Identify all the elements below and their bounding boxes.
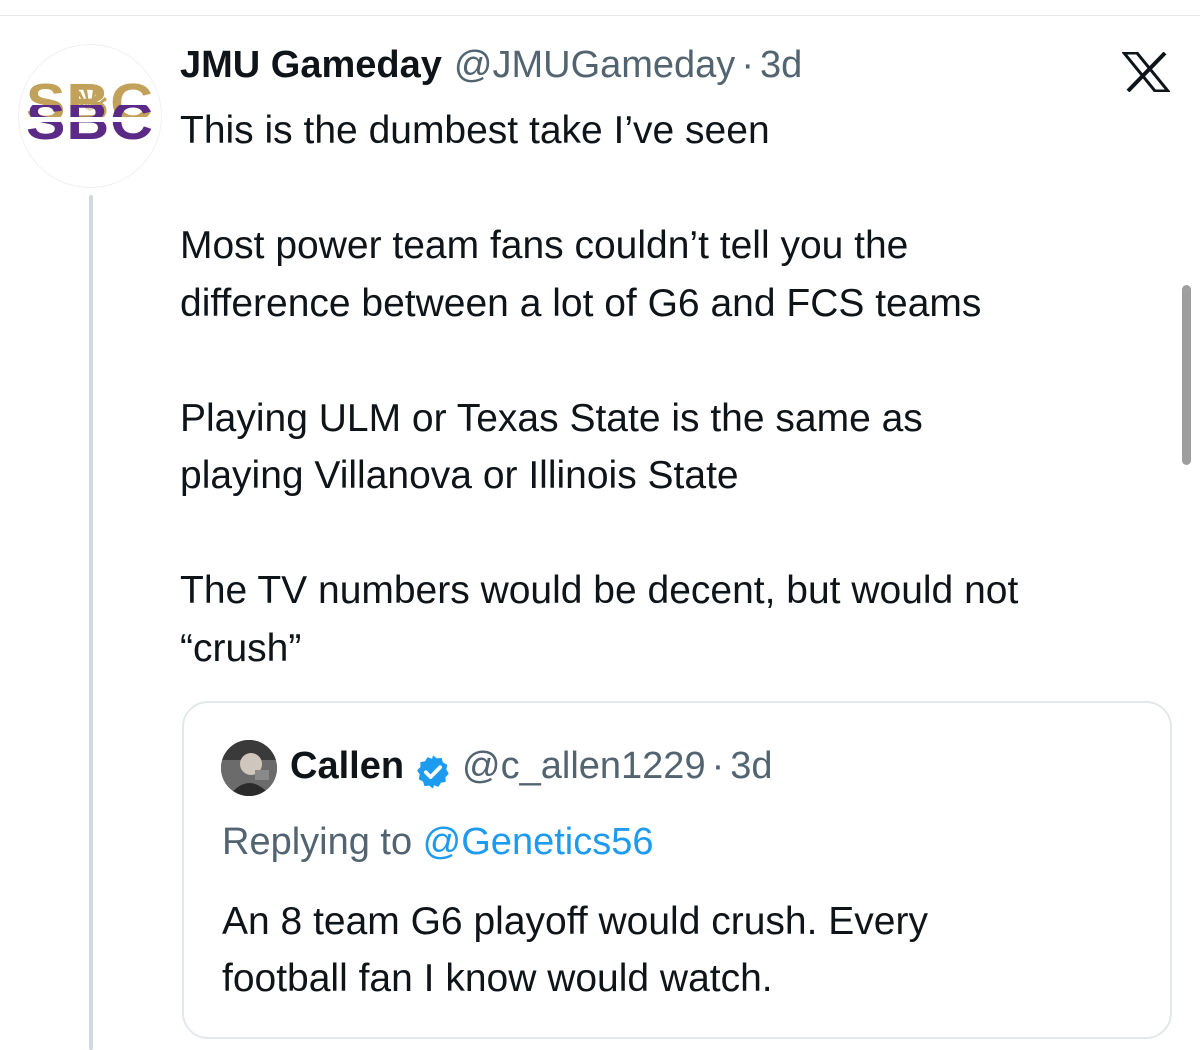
quoted-tweet-text: An 8 team G6 playoff would crush. Every … [222, 893, 1152, 1007]
scrollbar-thumb[interactable] [1182, 285, 1191, 465]
thread-line [89, 195, 93, 1050]
quoted-author-display-name[interactable]: Callen [290, 745, 404, 788]
author-display-name[interactable]: JMU Gameday [180, 44, 442, 87]
tweet-timestamp[interactable]: 3d [760, 44, 802, 87]
quoted-tweet-line: An 8 team G6 playoff would crush. Every [222, 900, 928, 943]
tweet-line: Most power team fans couldn’t tell you t… [180, 224, 909, 267]
quoted-header-separator: · [711, 745, 725, 787]
author-handle[interactable]: @JMUGameday [454, 44, 735, 87]
tweet-line: “crush” [180, 626, 302, 670]
top-divider [0, 15, 1200, 16]
sbc-logo-icon: SBC SBC [23, 73, 157, 145]
person-photo-icon [221, 740, 277, 796]
tweet-text: This is the dumbest take I’ve seen Most … [180, 102, 1180, 677]
quoted-author-handle[interactable]: @c_allen1229 [462, 745, 706, 788]
replying-to-mention-link[interactable]: @Genetics56 [423, 821, 654, 863]
replying-to: Replying to @Genetics56 [222, 821, 653, 864]
quoted-author-avatar[interactable] [221, 740, 277, 796]
header-separator: · [741, 44, 754, 86]
tweet-line: This is the dumbest take I’ve seen [180, 109, 770, 152]
tweet-line: The TV numbers would be decent, but woul… [180, 569, 1019, 612]
quoted-tweet-line: football fan I know would watch. [222, 957, 773, 1000]
quoted-tweet-card[interactable]: Callen @c_allen1229 · 3d Replying to @Ge… [182, 701, 1172, 1039]
tweet-line: playing Villanova or Illinois State [180, 454, 739, 497]
quoted-tweet-timestamp[interactable]: 3d [730, 745, 772, 788]
tweet-line: Playing ULM or Texas State is the same a… [180, 396, 923, 440]
x-logo-icon[interactable] [1122, 52, 1170, 92]
quoted-tweet-header: Callen @c_allen1229 · 3d [290, 745, 773, 795]
author-avatar[interactable]: SBC SBC [18, 44, 162, 188]
verified-badge-icon[interactable] [414, 753, 452, 791]
tweet-line: difference between a lot of G6 and FCS t… [180, 281, 982, 325]
replying-to-prefix: Replying to [222, 821, 423, 863]
tweet-header: JMU Gameday @JMUGameday · 3d [180, 44, 802, 96]
